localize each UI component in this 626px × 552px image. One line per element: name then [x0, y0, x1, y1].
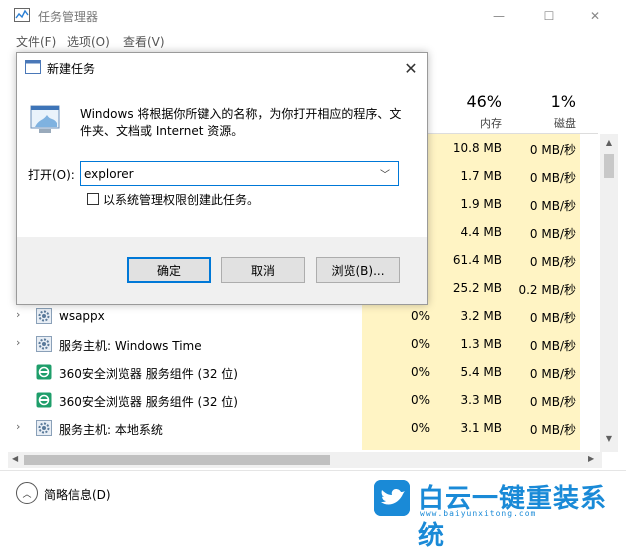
- disk-cell: 0 MB/秒: [529, 199, 576, 213]
- menu-view[interactable]: 查看(V): [123, 33, 165, 50]
- bird-logo-icon: [374, 480, 410, 516]
- cpu-cell: 0%: [410, 365, 430, 379]
- menu-file[interactable]: 文件(F): [16, 33, 56, 50]
- gear-icon: [36, 308, 52, 324]
- disk-cell: 0 MB/秒: [529, 255, 576, 269]
- maximize-icon: ☐: [543, 8, 555, 23]
- maximize-button[interactable]: ☐: [526, 0, 572, 31]
- expand-chevron-icon[interactable]: ›: [16, 308, 20, 321]
- scroll-left-icon[interactable]: ◀: [12, 454, 18, 463]
- cpu-cell: 0%: [410, 337, 430, 351]
- scroll-up-icon[interactable]: ▲: [600, 138, 618, 147]
- task-manager-icon: [14, 8, 30, 22]
- process-name: 360安全浏览器 服务组件 (32 位): [59, 367, 238, 381]
- horizontal-scroll-thumb[interactable]: [24, 455, 330, 465]
- browser-icon: [36, 364, 52, 380]
- browse-button[interactable]: 浏览(B)...: [316, 257, 400, 283]
- watermark-url: www.baiyunxitong.com: [420, 509, 537, 518]
- memory-column-header[interactable]: 内存: [440, 115, 502, 131]
- scroll-down-icon[interactable]: ▼: [600, 434, 618, 443]
- table-row[interactable]: › wsappx 0% 3.2 MB 0 MB/秒: [0, 302, 600, 330]
- disk-cell: 0 MB/秒: [529, 395, 576, 409]
- vertical-scroll-thumb[interactable]: [604, 154, 614, 178]
- table-row[interactable]: › 服务主机: 本地系统 0% 3.1 MB 0 MB/秒: [0, 414, 600, 442]
- chevron-up-icon[interactable]: ︿: [16, 482, 38, 504]
- memory-cell: 1.9 MB: [460, 197, 502, 211]
- vertical-scrollbar[interactable]: ▲ ▼: [600, 134, 618, 452]
- memory-cell: 61.4 MB: [452, 253, 502, 267]
- table-row[interactable]: 360安全浏览器 服务组件 (32 位) 0% 3.3 MB 0 MB/秒: [0, 386, 600, 414]
- memory-cell: 5.4 MB: [460, 365, 502, 379]
- run-program-icon: [30, 105, 60, 133]
- cpu-cell: 0%: [410, 393, 430, 407]
- memory-cell: 1.3 MB: [460, 337, 502, 351]
- open-combobox[interactable]: ﹀: [80, 161, 399, 186]
- memory-cell: 10.8 MB: [452, 141, 502, 155]
- scroll-right-icon[interactable]: ▶: [588, 454, 594, 463]
- chevron-down-icon[interactable]: ﹀: [380, 166, 390, 181]
- admin-checkbox-label[interactable]: 以系统管理权限创建此任务。: [103, 191, 259, 208]
- window-title: 任务管理器: [38, 10, 99, 24]
- footer-separator: [0, 470, 626, 471]
- table-row[interactable]: 360安全浏览器 服务组件 (32 位) 0% 5.4 MB 0 MB/秒: [0, 358, 600, 386]
- memory-cell: 25.2 MB: [452, 281, 502, 295]
- process-name: wsappx: [59, 309, 105, 323]
- browser-icon: [36, 392, 52, 408]
- minimize-icon: —: [493, 8, 505, 23]
- dialog-button-area: 确定 取消 浏览(B)...: [17, 237, 427, 304]
- process-name: 360安全浏览器 服务组件 (32 位): [59, 395, 238, 409]
- gear-icon: [36, 420, 52, 436]
- open-input[interactable]: [84, 165, 364, 182]
- disk-cell: 0 MB/秒: [529, 143, 576, 157]
- memory-cell: 3.3 MB: [460, 393, 502, 407]
- minimize-button[interactable]: —: [476, 0, 522, 31]
- brief-info-link[interactable]: 简略信息(D): [44, 486, 111, 503]
- memory-column-percent[interactable]: 46%: [440, 92, 502, 111]
- disk-cell: 0 MB/秒: [529, 227, 576, 241]
- disk-cell: 0 MB/秒: [529, 171, 576, 185]
- watermark: 白云一键重装系统 www.baiyunxitong.com: [370, 478, 620, 551]
- cpu-cell: 0%: [410, 421, 430, 435]
- disk-cell: 0 MB/秒: [529, 339, 576, 353]
- disk-column-percent[interactable]: 1%: [512, 92, 576, 111]
- memory-cell: 3.2 MB: [460, 309, 502, 323]
- expand-chevron-icon[interactable]: ›: [16, 420, 20, 433]
- run-new-task-dialog: 新建任务 ✕ Windows 将根据你所键入的名称，为你打开相应的程序、文件夹、…: [16, 52, 428, 305]
- disk-cell: 0 MB/秒: [529, 311, 576, 325]
- title-bar[interactable]: 任务管理器 — ☐ ✕: [0, 0, 626, 31]
- table-row[interactable]: › 服务主机: Windows Time 0% 1.3 MB 0 MB/秒: [0, 330, 600, 358]
- dialog-close-button[interactable]: ✕: [399, 56, 423, 80]
- close-icon: ✕: [404, 58, 418, 78]
- open-label: 打开(O):: [28, 168, 75, 182]
- close-icon: ✕: [589, 8, 601, 23]
- ok-button[interactable]: 确定: [127, 257, 211, 283]
- menu-options[interactable]: 选项(O): [67, 33, 110, 50]
- horizontal-scrollbar[interactable]: ◀ ▶: [8, 452, 602, 468]
- gear-icon: [36, 336, 52, 352]
- cpu-cell: 0%: [410, 309, 430, 323]
- disk-cell: 0 MB/秒: [529, 367, 576, 381]
- process-name: 服务主机: Windows Time: [59, 339, 202, 353]
- process-name: 服务主机: 本地系统: [59, 423, 163, 437]
- disk-column-header[interactable]: 磁盘: [512, 115, 576, 131]
- menu-bar: 文件(F) 选项(O) 查看(V): [0, 31, 626, 51]
- memory-cell: 3.1 MB: [460, 421, 502, 435]
- cancel-button[interactable]: 取消: [221, 257, 305, 283]
- disk-cell: 0 MB/秒: [529, 423, 576, 437]
- admin-checkbox[interactable]: [87, 193, 99, 205]
- dialog-title: 新建任务: [47, 62, 96, 76]
- dialog-title-bar[interactable]: 新建任务 ✕: [17, 53, 427, 83]
- memory-cell: 4.4 MB: [460, 225, 502, 239]
- memory-cell: 1.7 MB: [460, 169, 502, 183]
- expand-chevron-icon[interactable]: ›: [16, 336, 20, 349]
- run-window-icon: [25, 60, 41, 74]
- disk-cell: 0.2 MB/秒: [518, 283, 576, 297]
- dialog-description: Windows 将根据你所键入的名称，为你打开相应的程序、文件夹、文档或 Int…: [80, 107, 402, 138]
- close-button[interactable]: ✕: [572, 0, 618, 31]
